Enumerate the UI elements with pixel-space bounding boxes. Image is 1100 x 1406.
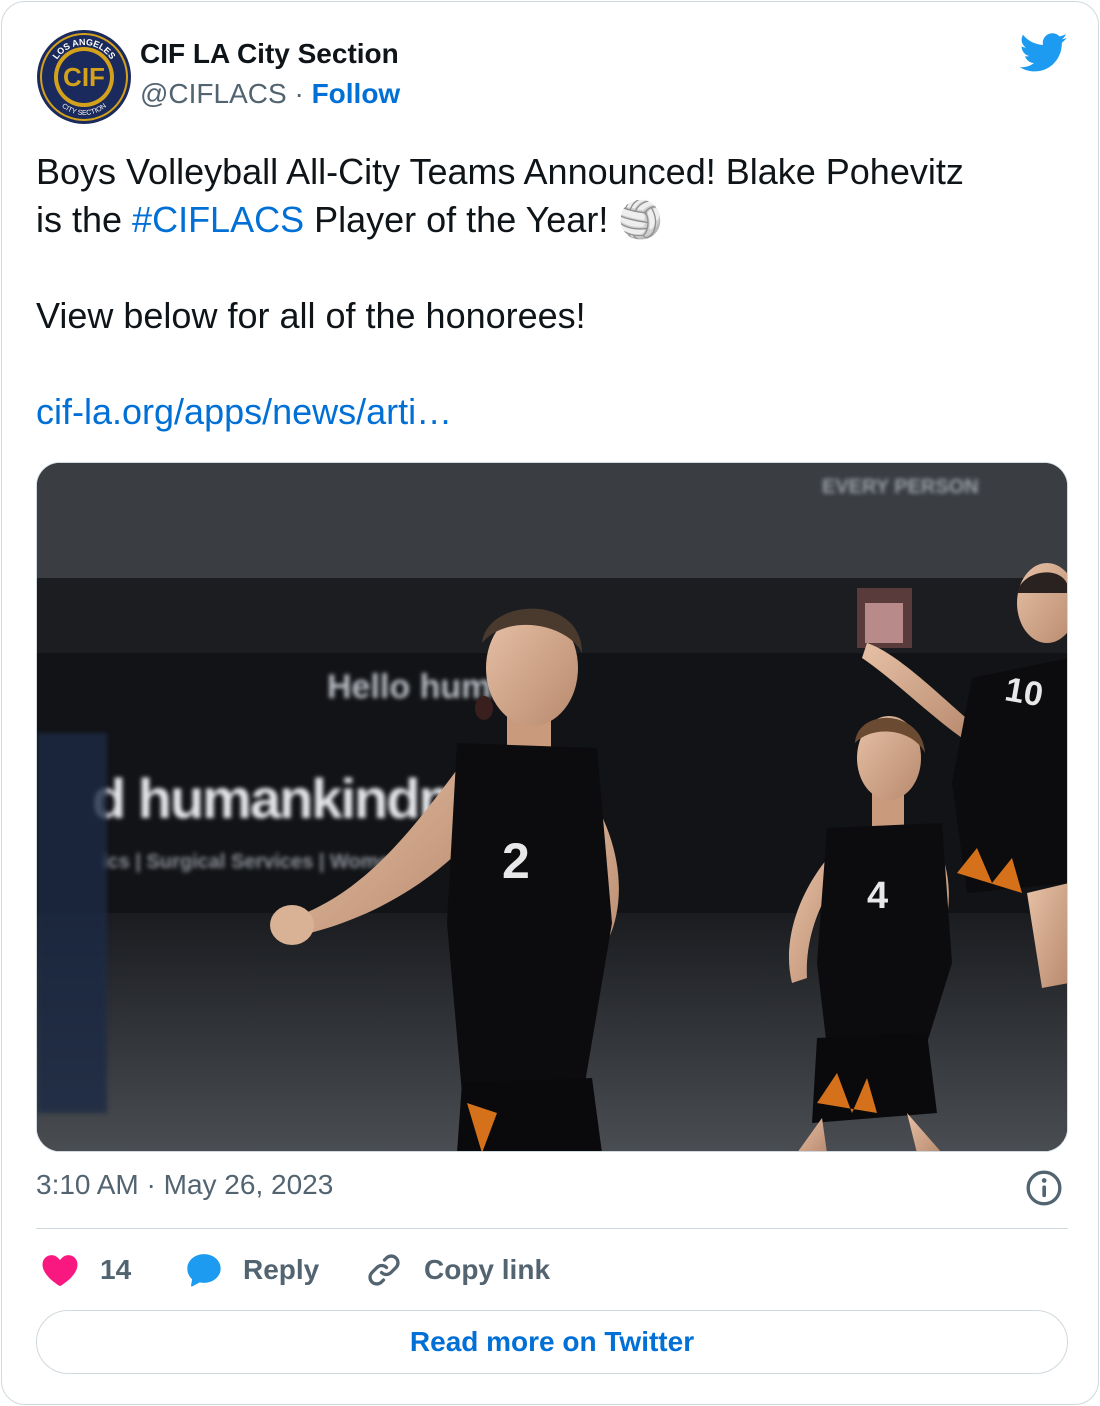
avatar-text-center: CIF	[63, 62, 105, 92]
tweet-text-line3: View below for all of the honorees!	[36, 295, 586, 336]
heart-icon	[42, 1255, 78, 1286]
author-handle[interactable]: @CIFLACS	[140, 78, 287, 109]
meta-separator: ·	[146, 1169, 156, 1200]
jersey-number-4: 4	[867, 875, 888, 917]
tweet-photo[interactable]: EVERY PERSON Hello huma d humankindness …	[36, 462, 1068, 1152]
reply-label: Reply	[243, 1254, 320, 1285]
divider	[36, 1228, 1068, 1229]
article-link[interactable]: cif-la.org/apps/news/arti…	[36, 391, 452, 432]
banner-top-text: EVERY PERSON	[822, 476, 979, 498]
tweet-date: May 26, 2023	[163, 1169, 334, 1200]
tweet-text: Boys Volleyball All-City Teams Announced…	[36, 148, 1076, 436]
tweet-text-line2a: is the	[36, 199, 133, 240]
volleyball-players-image: EVERY PERSON Hello huma d humankindness …	[37, 463, 1067, 1151]
tweet-card: LOS ANGELES CITY SECTION CIF CIF LA City…	[1, 1, 1099, 1405]
hashtag-link[interactable]: #CIFLACS	[132, 199, 304, 240]
tweet-text-line2b: Player of the Year!	[304, 199, 619, 240]
link-icon	[368, 1254, 400, 1286]
action-bar: 14 Reply Copy link	[36, 1246, 1068, 1294]
copy-link-label: Copy link	[424, 1254, 551, 1285]
info-icon[interactable]	[1024, 1168, 1064, 1208]
read-more-button[interactable]: Read more on Twitter	[36, 1310, 1068, 1374]
like-button[interactable]: 14	[40, 1246, 131, 1294]
jersey-number-10: 10	[1002, 670, 1046, 714]
follow-link[interactable]: Follow	[312, 78, 401, 109]
like-count: 14	[100, 1254, 132, 1285]
avatar[interactable]: LOS ANGELES CITY SECTION CIF	[36, 29, 132, 125]
tweet-text-line1: Boys Volleyball All-City Teams Announced…	[36, 151, 964, 192]
reply-bubble-icon	[187, 1254, 221, 1287]
tweet-timestamp[interactable]: 3:10 AM · May 26, 2023	[36, 1169, 333, 1201]
volleyball-emoji-icon: 🏐	[618, 199, 664, 240]
banner-sub-text: ics | Surgical Services | Women's	[102, 851, 418, 873]
tweet-time: 3:10 AM	[36, 1169, 139, 1200]
author-handle-row: @CIFLACS · Follow	[140, 78, 400, 110]
copy-link-button[interactable]: Copy link	[364, 1246, 550, 1294]
handle-separator: ·	[294, 78, 304, 109]
twitter-bird-icon[interactable]	[1020, 33, 1068, 73]
author-name[interactable]: CIF LA City Section	[140, 38, 399, 70]
reply-button[interactable]: Reply	[184, 1246, 319, 1294]
jersey-number-2: 2	[502, 833, 530, 889]
